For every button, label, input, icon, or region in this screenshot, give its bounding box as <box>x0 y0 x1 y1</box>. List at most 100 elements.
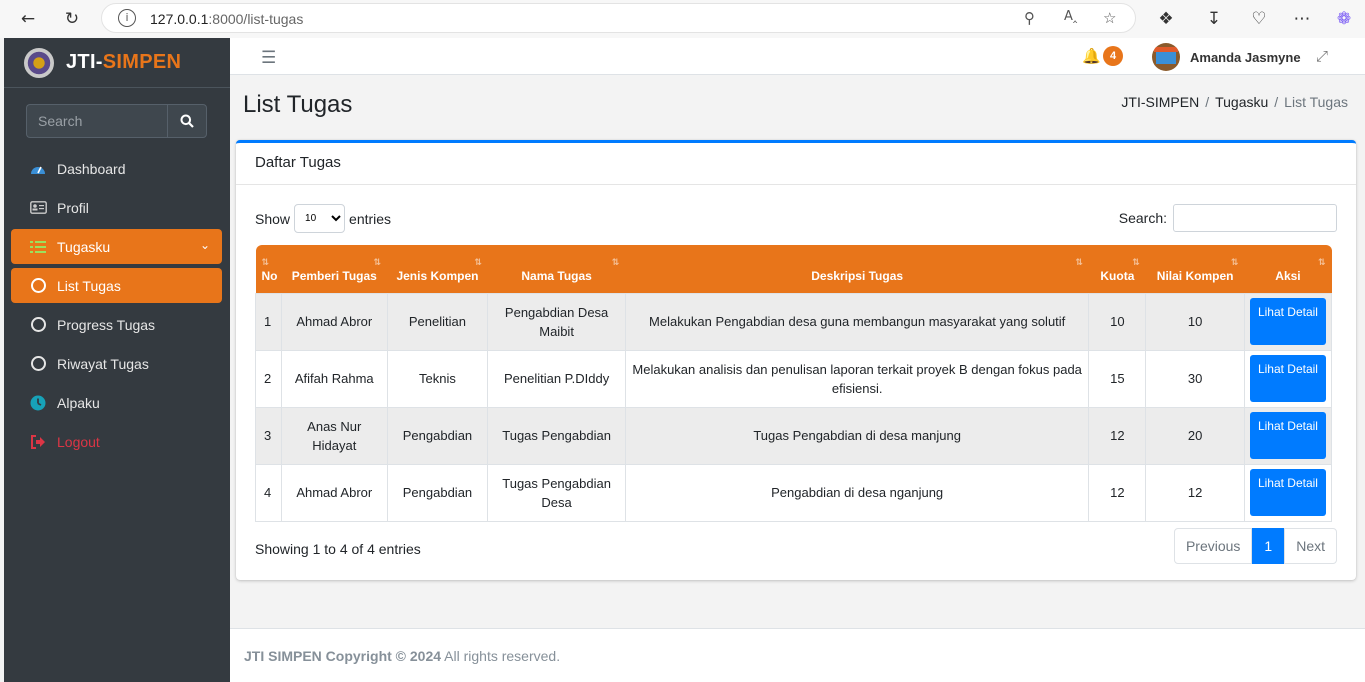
column-header-no[interactable]: ⇅ No <box>255 245 282 293</box>
cell-deskripsi: Melakukan analisis dan penulisan laporan… <box>624 349 1090 408</box>
user-name[interactable]: Amanda Jasmyne <box>1190 50 1301 65</box>
sidebar-item-label: Progress Tugas <box>57 316 156 333</box>
avatar[interactable] <box>1152 43 1180 71</box>
heart-icon[interactable]: ♡ <box>1248 8 1270 30</box>
card-title: Daftar Tugas <box>236 143 1356 185</box>
cell-nilai: 30 <box>1145 349 1245 408</box>
id-card-icon <box>29 199 47 217</box>
sort-icon: ⇅ <box>1230 258 1239 268</box>
cell-nama: Tugas Pengabdian Desa <box>487 463 626 522</box>
breadcrumb-item-home[interactable]: JTI-SIMPEN <box>1121 94 1199 110</box>
clock-icon <box>29 394 47 412</box>
notification-badge[interactable]: 4 <box>1103 46 1123 66</box>
sidebar-item-profil[interactable]: Profil <box>11 190 222 225</box>
chevron-down-icon: ⌄ <box>199 238 210 252</box>
sidebar-search <box>26 104 207 138</box>
cell-no: 2 <box>255 349 282 408</box>
sidebar-item-list-tugas[interactable]: List Tugas <box>11 268 222 303</box>
lihat-detail-button[interactable]: Lihat Detail <box>1249 469 1326 516</box>
table-row: 2 Afifah Rahma Teknis Penelitian P.DIddy… <box>255 349 1333 408</box>
lihat-detail-button[interactable]: Lihat Detail <box>1249 412 1326 459</box>
column-header-kuota[interactable]: ⇅ Kuota <box>1088 245 1146 293</box>
sidebar-item-logout[interactable]: Logout <box>11 424 222 459</box>
fullscreen-icon[interactable]: ⤢ <box>1316 47 1328 65</box>
cell-nama: Tugas Pengabdian <box>487 406 626 465</box>
column-header-aksi[interactable]: ⇅ Aksi <box>1244 245 1332 293</box>
circle-icon <box>29 277 47 295</box>
next-page-button[interactable]: Next <box>1284 528 1337 564</box>
sidebar-item-alpaku[interactable]: Alpaku <box>11 385 222 420</box>
column-header-nama[interactable]: ⇅ Nama Tugas <box>487 245 626 293</box>
top-navbar: ☰ 🔔 4 Amanda Jasmyne ⤢ <box>230 38 1365 75</box>
download-icon[interactable]: ↧ <box>1203 8 1225 30</box>
cell-deskripsi: Pengabdian di desa nganjung <box>624 463 1090 522</box>
sort-icon: ⇅ <box>611 258 620 268</box>
cell-nilai: 10 <box>1145 292 1245 351</box>
table-row: 1 Ahmad Abror Penelitian Pengabdian Desa… <box>255 292 1333 351</box>
cell-nama: Penelitian P.DIddy <box>487 349 626 408</box>
pagination: Previous 1 Next <box>1173 528 1337 564</box>
more-menu-icon[interactable]: ⋯ <box>1291 8 1313 30</box>
cell-deskripsi: Melakukan Pengabdian desa guna membangun… <box>624 292 1090 351</box>
sidebar-item-tugasku[interactable]: Tugasku ⌄ <box>11 229 222 264</box>
sidebar-item-label: Logout <box>57 433 100 450</box>
column-header-pemberi[interactable]: ⇅ Pemberi Tugas <box>281 245 388 293</box>
page-length-control: Show 10 entries <box>255 204 391 233</box>
cell-no: 3 <box>255 406 282 465</box>
sidebar-item-label: Tugasku <box>57 238 111 255</box>
page-title: List Tugas <box>243 91 353 118</box>
sidebar-search-button[interactable] <box>167 104 207 138</box>
cell-pemberi: Anas Nur Hidayat <box>281 406 388 465</box>
sort-icon: ⇅ <box>474 258 482 268</box>
page-length-select[interactable]: 10 <box>294 204 346 233</box>
sidebar-item-dashboard[interactable]: Dashboard <box>11 151 222 186</box>
zoom-icon[interactable]: ⚲ <box>1024 9 1035 27</box>
sidebar-search-input[interactable] <box>26 104 167 138</box>
sort-icon: ⇅ <box>1132 258 1140 268</box>
footer: JTI SIMPEN Copyright © 2024 All rights r… <box>230 628 1365 682</box>
breadcrumb: JTI-SIMPEN / Tugasku / List Tugas <box>1121 94 1348 110</box>
cell-kuota: 12 <box>1088 463 1147 522</box>
hamburger-menu-icon[interactable]: ☰ <box>261 48 276 68</box>
sidebar-item-riwayat-tugas[interactable]: Riwayat Tugas <box>11 346 222 381</box>
sort-icon: ⇅ <box>1075 258 1083 268</box>
cell-jenis: Pengabdian <box>386 406 489 465</box>
column-header-nilai[interactable]: ⇅ Nilai Kompen <box>1145 245 1245 293</box>
sidebar-item-progress-tugas[interactable]: Progress Tugas <box>11 307 222 342</box>
cell-nama: Pengabdian Desa Maibit <box>487 292 626 351</box>
footer-rights: All rights reserved. <box>441 648 561 664</box>
copilot-icon[interactable]: ❁ <box>1333 8 1355 30</box>
cell-nilai: 20 <box>1145 406 1245 465</box>
reload-icon[interactable]: ↻ <box>61 8 83 30</box>
cell-pemberi: Ahmad Abror <box>281 292 388 351</box>
extensions-icon[interactable]: ❖ <box>1155 8 1177 30</box>
cell-pemberi: Ahmad Abror <box>281 463 388 522</box>
sidebar-item-label: Profil <box>57 199 89 216</box>
favorite-star-icon[interactable]: ☆ <box>1103 9 1116 27</box>
brand-title: JTI-SIMPEN <box>66 51 182 73</box>
brand[interactable]: JTI-SIMPEN <box>4 38 230 88</box>
address-bar[interactable]: i 127.0.0.1:8000/list-tugas ⚲ A‸ ☆ <box>101 3 1136 33</box>
sidebar-nav: Dashboard Profil Tugasku ⌄ List Tugas Pr… <box>11 151 222 463</box>
cell-pemberi: Afifah Rahma <box>281 349 388 408</box>
back-icon[interactable]: ← <box>17 8 39 30</box>
sort-icon: ⇅ <box>1317 258 1326 268</box>
dashboard-icon <box>29 160 47 178</box>
site-info-icon[interactable]: i <box>118 9 136 27</box>
column-header-deskripsi[interactable]: ⇅ Deskripsi Tugas <box>625 245 1089 293</box>
bell-icon[interactable]: 🔔 <box>1082 47 1101 65</box>
table-search-input[interactable] <box>1173 204 1337 232</box>
read-aloud-icon[interactable]: A‸ <box>1064 9 1077 24</box>
previous-page-button[interactable]: Previous <box>1173 528 1253 564</box>
cell-jenis: Teknis <box>386 349 489 408</box>
page-button-1[interactable]: 1 <box>1252 528 1285 564</box>
column-header-jenis[interactable]: ⇅ Jenis Kompen <box>387 245 488 293</box>
lihat-detail-button[interactable]: Lihat Detail <box>1249 298 1326 345</box>
circle-icon <box>29 355 47 373</box>
breadcrumb-item-tugasku[interactable]: Tugasku <box>1215 94 1268 110</box>
cell-jenis: Penelitian <box>386 292 489 351</box>
lihat-detail-button[interactable]: Lihat Detail <box>1249 355 1326 402</box>
sort-icon: ⇅ <box>373 258 382 268</box>
task-table: ⇅ No ⇅ Pemberi Tugas ⇅ Jenis Kompen ⇅ Nama T… <box>255 245 1333 522</box>
table-search: Search: <box>1119 204 1337 232</box>
